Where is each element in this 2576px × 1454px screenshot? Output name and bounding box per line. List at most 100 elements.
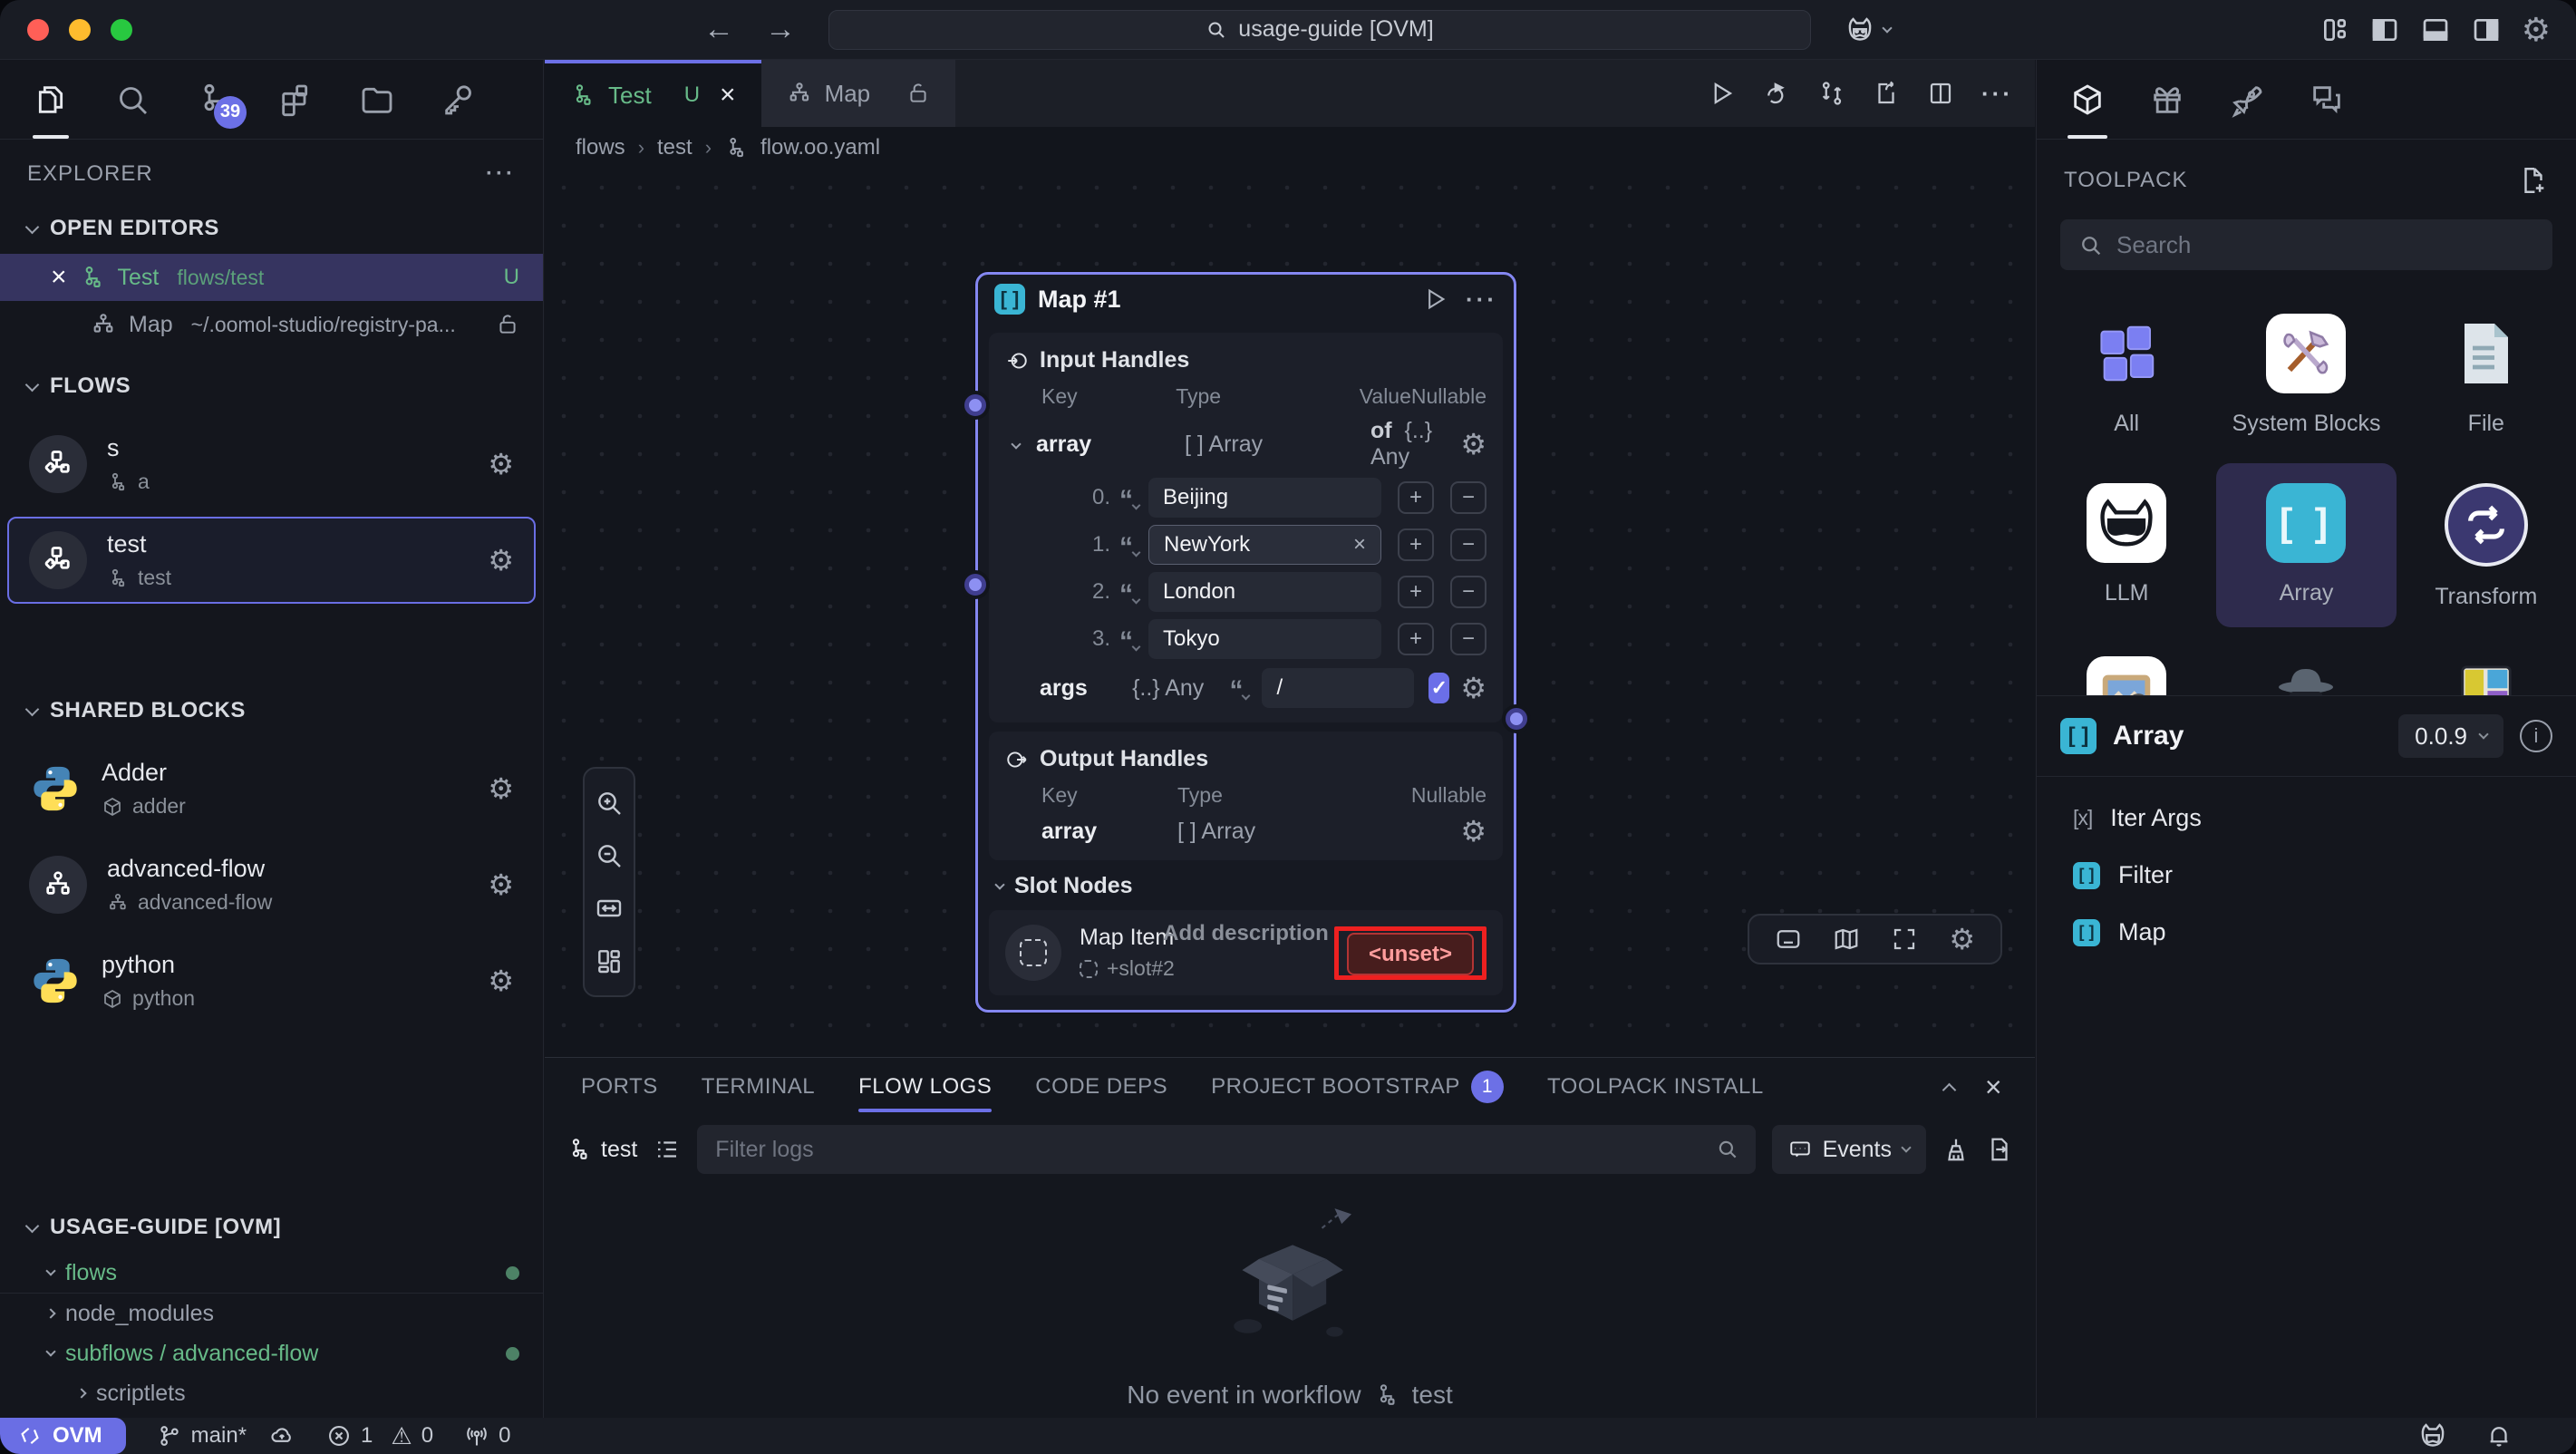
map-node[interactable]: [ ] Map #1 ··· Input Handles Key (975, 272, 1516, 1013)
string-type-icon[interactable]: “ (1119, 637, 1139, 650)
close-window-button[interactable] (27, 19, 49, 41)
maximize-panel-icon[interactable] (1942, 1082, 1957, 1097)
detail-item-iter-args[interactable]: [x] Iter Args (2037, 790, 2576, 847)
category-all[interactable]: All (2037, 294, 2216, 454)
category-system-blocks[interactable]: System Blocks (2216, 294, 2396, 454)
explorer-more-actions[interactable]: ··· (486, 161, 516, 187)
close-icon[interactable]: × (51, 262, 67, 293)
tab-toolpack[interactable] (2068, 80, 2107, 120)
rerun-icon[interactable] (1762, 80, 1791, 107)
zoom-out-icon[interactable] (595, 841, 624, 870)
toggle-left-panel-icon[interactable] (2369, 15, 2400, 44)
shared-block-advanced-flow[interactable]: advanced-flow advanced-flow ⚙ (7, 841, 536, 928)
gear-icon[interactable]: ⚙ (488, 870, 514, 899)
add-item-button[interactable]: + (1398, 528, 1434, 561)
nullable-checkbox[interactable]: ✓ (1428, 673, 1449, 703)
map-node-header[interactable]: [ ] Map #1 ··· (978, 275, 1514, 324)
more-actions-icon[interactable]: ··· (1981, 80, 2013, 108)
fullscreen-icon[interactable] (1891, 926, 1918, 953)
slot-nodes-header[interactable]: Slot Nodes (996, 873, 1503, 899)
split-editor-icon[interactable] (1927, 80, 1954, 107)
string-type-icon[interactable]: “ (1119, 543, 1139, 556)
category-array[interactable]: [ ] Array (2216, 463, 2396, 627)
flow-item-s[interactable]: s a ⚙ (7, 421, 536, 508)
remove-item-button[interactable]: − (1450, 623, 1487, 655)
breadcrumb-flows[interactable]: flows (576, 135, 625, 160)
flows-header[interactable]: FLOWS (0, 361, 543, 412)
shared-block-adder[interactable]: Adder adder ⚙ (7, 745, 536, 832)
panel-tab-terminal[interactable]: TERMINAL (702, 1058, 815, 1116)
tab-store[interactable] (2147, 80, 2187, 120)
workspace-header[interactable]: USAGE-GUIDE [OVM] (0, 1202, 543, 1253)
string-type-icon[interactable]: “ (1119, 590, 1139, 603)
flow-item-test[interactable]: test test ⚙ (7, 517, 536, 604)
close-panel-icon[interactable]: × (1985, 1071, 2002, 1104)
history-back-button[interactable]: ← (703, 12, 734, 47)
panel-tab-code-deps[interactable]: CODE DEPS (1035, 1058, 1167, 1116)
item-value-input[interactable]: London (1148, 572, 1381, 612)
export-file-icon[interactable] (1873, 80, 1900, 107)
remove-item-button[interactable]: − (1450, 528, 1487, 561)
export-logs-icon[interactable] (1986, 1136, 2013, 1163)
filter-logs-input[interactable] (697, 1125, 1755, 1174)
auto-layout-icon[interactable] (595, 946, 624, 975)
add-item-button[interactable]: + (1398, 623, 1434, 655)
tree-item-scriptlets[interactable]: scriptlets (0, 1373, 543, 1413)
add-item-button[interactable]: + (1398, 481, 1434, 514)
category-file[interactable]: File (2397, 294, 2576, 454)
remove-item-button[interactable]: − (1450, 481, 1487, 514)
log-flow-selector[interactable]: test (567, 1137, 637, 1163)
notifications-bell-icon[interactable] (2485, 1422, 2513, 1449)
toggle-bottom-panel-icon[interactable] (2420, 15, 2451, 44)
gear-icon[interactable]: ⚙ (488, 774, 514, 803)
tab-quick-start[interactable] (2227, 80, 2267, 120)
item-value-input[interactable]: NewYork× (1148, 525, 1381, 565)
problems-status[interactable]: 1 ⚠ 0 (326, 1422, 433, 1450)
array-handle-row[interactable]: array [ ] Array of {..} Any ⚙ (1005, 418, 1487, 470)
output-array-row[interactable]: array [ ] Array ⚙ (1005, 817, 1487, 846)
gear-icon[interactable]: ⚙ (1460, 430, 1487, 459)
args-handle-row[interactable]: args {..} Any “ / ✓ ⚙ (1005, 668, 1487, 708)
args-value-input[interactable]: / (1262, 668, 1414, 708)
add-description-button[interactable]: Add description (975, 921, 1516, 946)
input-connector-args[interactable] (964, 574, 986, 596)
item-value-input[interactable]: Tokyo (1148, 619, 1381, 659)
compare-changes-icon[interactable] (1818, 80, 1845, 107)
activity-search[interactable] (112, 80, 152, 120)
activity-folder[interactable] (357, 80, 397, 120)
panel-tab-flow-logs[interactable]: FLOW LOGS (858, 1058, 992, 1116)
activity-explorer[interactable] (31, 80, 71, 120)
new-toolpack-icon[interactable] (2518, 165, 2549, 196)
command-center-search[interactable]: usage-guide [OVM] (828, 10, 1811, 50)
history-forward-button[interactable]: → (765, 12, 796, 47)
gear-icon[interactable]: ⚙ (488, 966, 514, 995)
version-dropdown[interactable]: 0.0.9 (2398, 714, 2503, 758)
remove-item-button[interactable]: − (1450, 576, 1487, 608)
detail-item-filter[interactable]: [ ] Filter (2037, 847, 2576, 904)
toolpack-search-input[interactable] (2060, 219, 2552, 270)
zoom-in-icon[interactable] (595, 789, 624, 818)
input-connector-array[interactable] (964, 394, 986, 416)
remote-indicator[interactable]: OVM (0, 1418, 126, 1454)
ports-status[interactable]: 0 (464, 1423, 510, 1449)
item-value-input[interactable]: Beijing (1148, 478, 1381, 518)
activity-blocks[interactable] (276, 80, 315, 120)
tree-item-subflows[interactable]: subflows / advanced-flow (0, 1333, 543, 1373)
output-connector-array[interactable] (1506, 708, 1527, 730)
tab-test[interactable]: Test U × (545, 60, 761, 127)
maximize-window-button[interactable] (111, 19, 132, 41)
detail-item-map[interactable]: [ ] Map (2037, 904, 2576, 961)
minimap-icon[interactable] (1833, 926, 1860, 953)
shared-blocks-header[interactable]: SHARED BLOCKS (0, 685, 543, 736)
run-flow-icon[interactable] (1708, 80, 1735, 107)
gear-icon[interactable]: ⚙ (488, 450, 514, 479)
sync-cloud-icon[interactable] (268, 1423, 295, 1449)
mascot-icon[interactable] (2416, 1420, 2449, 1452)
tree-item-node-modules[interactable]: node_modules (0, 1294, 543, 1333)
shared-block-python[interactable]: python python ⚙ (7, 937, 536, 1024)
tab-feedback[interactable] (2307, 80, 2347, 120)
open-editor-map[interactable]: Map ~/.oomol-studio/registry-pa... (0, 301, 543, 348)
info-icon[interactable]: i (2520, 720, 2552, 752)
activity-flows[interactable]: 39 (194, 80, 234, 120)
string-type-icon[interactable]: “ (1229, 686, 1249, 699)
